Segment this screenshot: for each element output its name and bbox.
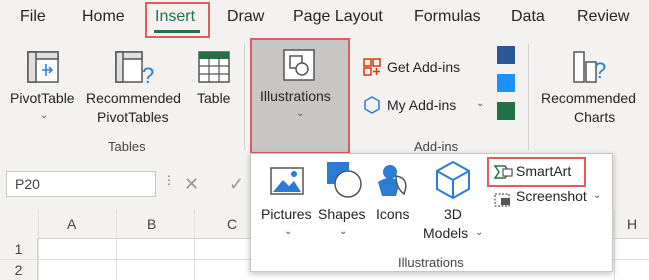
- svg-text:?: ?: [594, 58, 606, 83]
- tab-home[interactable]: Home: [82, 8, 125, 26]
- people-graph-icon[interactable]: [497, 102, 515, 120]
- tab-file[interactable]: File: [20, 8, 46, 26]
- recommended-charts-icon: ?: [573, 51, 606, 83]
- name-box[interactable]: P20: [6, 171, 156, 197]
- gridline: [38, 210, 39, 280]
- tables-group-label: Tables: [108, 139, 146, 154]
- screenshot-icon: [494, 193, 510, 207]
- column-header-b[interactable]: B: [147, 216, 156, 232]
- addins-group-label: Add-ins: [414, 139, 459, 154]
- 3d-models-label-2[interactable]: Models: [423, 225, 468, 241]
- visio-addin-icon[interactable]: [497, 46, 515, 64]
- gridline: [116, 210, 117, 280]
- get-addins-button[interactable]: Get Add-ins: [387, 59, 460, 75]
- 3d-models-label-1[interactable]: 3D: [444, 206, 462, 222]
- tab-data[interactable]: Data: [511, 8, 545, 26]
- column-header-h[interactable]: H: [627, 216, 637, 232]
- shapes-button[interactable]: Shapes: [318, 206, 365, 222]
- cancel-icon[interactable]: ✕: [184, 174, 199, 195]
- chevron-down-icon[interactable]: ⌄: [593, 190, 601, 201]
- chevron-down-icon[interactable]: ⌄: [475, 227, 483, 238]
- chevron-down-icon[interactable]: ⌄: [476, 98, 484, 109]
- chevron-down-icon[interactable]: ⌄: [40, 110, 48, 121]
- tab-formulas[interactable]: Formulas: [414, 8, 481, 26]
- column-header-a[interactable]: A: [67, 216, 76, 232]
- pictures-icon: [270, 167, 304, 195]
- icons-button[interactable]: Icons: [376, 206, 409, 222]
- ribbon-tab-bar: File Home Insert Draw Page Layout Formul…: [0, 0, 649, 38]
- get-addins-icon: [363, 58, 381, 76]
- row-header-2[interactable]: 2: [0, 260, 38, 280]
- pictures-button[interactable]: Pictures: [261, 206, 312, 222]
- group-separator: [528, 44, 529, 150]
- gridline: [614, 210, 615, 280]
- insert-tab-highlight: [145, 2, 210, 38]
- pivottable-button[interactable]: PivotTable: [10, 90, 75, 106]
- row-header-1[interactable]: 1: [0, 238, 38, 260]
- bing-maps-icon[interactable]: [497, 74, 515, 92]
- tab-draw[interactable]: Draw: [227, 8, 264, 26]
- svg-text:?: ?: [142, 63, 154, 86]
- recommended-pivottables-icon: ?: [115, 51, 154, 86]
- column-header-c[interactable]: C: [227, 216, 237, 232]
- illustrations-highlight: [250, 38, 350, 154]
- tab-page-layout[interactable]: Page Layout: [293, 8, 383, 26]
- shapes-icon: [327, 162, 362, 198]
- icons-icon: [378, 165, 407, 196]
- recommended-pivottables-label-1[interactable]: Recommended: [86, 90, 181, 106]
- table-icon: [198, 51, 230, 83]
- table-button[interactable]: Table: [197, 90, 230, 106]
- chevron-down-icon[interactable]: ⌄: [284, 226, 292, 237]
- pivottable-icon: [27, 51, 59, 83]
- my-addins-button[interactable]: My Add-ins: [387, 97, 456, 113]
- recommended-charts-label-1[interactable]: Recommended: [541, 90, 636, 106]
- smartart-highlight: [487, 157, 586, 187]
- recommended-charts-label-2[interactable]: Charts: [574, 109, 615, 125]
- screenshot-button[interactable]: Screenshot: [516, 188, 587, 204]
- illustrations-group-label: Illustrations: [398, 255, 464, 270]
- recommended-pivottables-label-2[interactable]: PivotTables: [97, 109, 169, 125]
- group-separator: [244, 44, 245, 150]
- chevron-down-icon[interactable]: ⌄: [339, 226, 347, 237]
- my-addins-icon: [364, 96, 380, 114]
- enter-icon[interactable]: ✓: [229, 174, 244, 195]
- more-options-icon[interactable]: ⋮: [163, 173, 175, 187]
- tab-review[interactable]: Review: [577, 8, 629, 26]
- gridline: [194, 210, 195, 280]
- 3d-models-icon: [436, 160, 470, 200]
